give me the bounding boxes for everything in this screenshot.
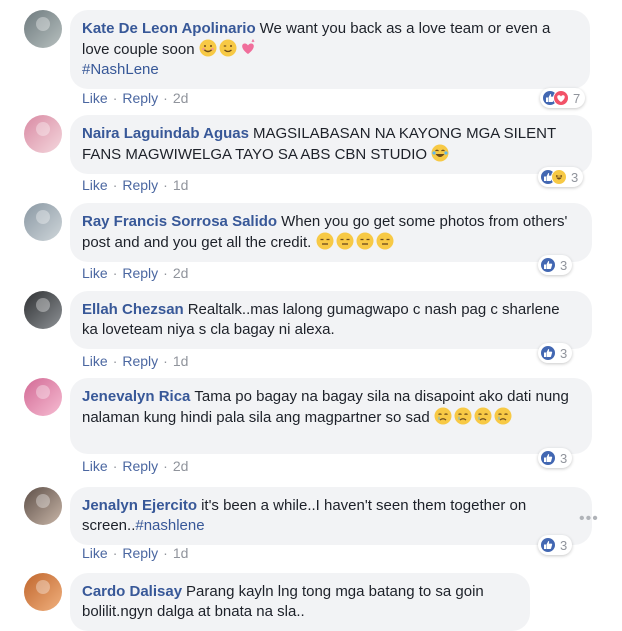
comment-actions: Like · Reply · 1d bbox=[82, 545, 188, 561]
reaction-count: 3 bbox=[571, 169, 579, 185]
avatar[interactable] bbox=[24, 291, 62, 329]
like-button[interactable]: Like bbox=[82, 265, 108, 281]
comment-timestamp[interactable]: 1d bbox=[173, 545, 189, 561]
comment-author-link[interactable]: Jenevalyn Rica bbox=[82, 388, 190, 405]
like-reaction-icon bbox=[540, 257, 556, 273]
comment-author-link[interactable]: Jenalyn Ejercito bbox=[82, 497, 197, 514]
crying-face-icon bbox=[494, 407, 512, 425]
reply-button[interactable]: Reply bbox=[122, 458, 158, 474]
like-button[interactable]: Like bbox=[82, 545, 108, 561]
reply-button[interactable]: Reply bbox=[122, 545, 158, 561]
like-button[interactable]: Like bbox=[82, 177, 108, 193]
reaction-count: 3 bbox=[560, 537, 568, 553]
separator-dot: · bbox=[163, 353, 168, 369]
love-reaction-icon bbox=[553, 90, 569, 106]
avatar[interactable] bbox=[24, 573, 62, 611]
separator-dot: · bbox=[112, 90, 118, 106]
more-options-icon[interactable]: ••• bbox=[579, 510, 599, 528]
expressionless-face-icon bbox=[316, 232, 334, 250]
like-reaction-icon bbox=[540, 345, 556, 361]
comment-item: Ray Francis Sorrosa Salido When you go ge… bbox=[24, 203, 599, 289]
expressionless-face-icon bbox=[336, 232, 354, 250]
comment-actions: Like · Reply · 1d bbox=[82, 353, 188, 369]
hashtag-link[interactable]: #NashLene bbox=[82, 61, 159, 78]
comment-bubble: Kate De Leon Apolinario We want you back … bbox=[70, 10, 590, 89]
comments-feed: Kate De Leon Apolinario We want you back … bbox=[0, 0, 622, 631]
comment-author-link[interactable]: Ellah Chezsan bbox=[82, 301, 184, 318]
avatar[interactable] bbox=[24, 115, 62, 153]
reactions-summary[interactable]: 3 bbox=[538, 255, 573, 275]
comment-author-link[interactable]: Cardo Dalisay bbox=[82, 583, 182, 600]
comment-timestamp[interactable]: 1d bbox=[173, 177, 189, 193]
separator-dot: · bbox=[112, 545, 118, 561]
reactions-summary[interactable]: 3 bbox=[538, 167, 584, 187]
growing-heart-icon bbox=[239, 39, 257, 57]
comment-timestamp[interactable]: 1d bbox=[173, 353, 189, 369]
reply-button[interactable]: Reply bbox=[122, 90, 158, 106]
like-reaction-icon bbox=[540, 537, 556, 553]
comment-bubble: Jenevalyn Rica Tama po bagay na bagay sil… bbox=[70, 378, 592, 454]
comment-actions: Like · Reply · 2d bbox=[82, 458, 188, 474]
separator-dot: · bbox=[163, 265, 168, 281]
comment-bubble: Ray Francis Sorrosa Salido When you go ge… bbox=[70, 203, 592, 262]
reactions-summary[interactable]: 3 bbox=[538, 535, 573, 555]
hashtag-link[interactable]: #nashlene bbox=[135, 517, 204, 534]
comment-bubble: Ellah Chezsan Realtalk..mas lalong gumagw… bbox=[70, 291, 592, 349]
comment-timestamp[interactable]: 2d bbox=[173, 265, 189, 281]
comment-item: Cardo Dalisay Parang kayln lng tong mga b… bbox=[24, 573, 599, 631]
like-button[interactable]: Like bbox=[82, 353, 108, 369]
crying-face-icon bbox=[434, 407, 452, 425]
reply-button[interactable]: Reply bbox=[122, 177, 158, 193]
comment-item: Jenevalyn Rica Tama po bagay na bagay sil… bbox=[24, 378, 599, 482]
comment-bubble: Naira Laguindab Aguas MAGSILABASAN NA KAY… bbox=[70, 115, 592, 174]
reaction-count: 3 bbox=[560, 450, 568, 466]
comment-item: Ellah Chezsan Realtalk..mas lalong gumagw… bbox=[24, 291, 599, 377]
reaction-count: 3 bbox=[560, 345, 568, 361]
separator-dot: · bbox=[112, 265, 118, 281]
reactions-summary[interactable]: 3 bbox=[538, 448, 573, 468]
comment-author-link[interactable]: Naira Laguindab Aguas bbox=[82, 125, 249, 142]
comment-bubble: Cardo Dalisay Parang kayln lng tong mga b… bbox=[70, 573, 530, 631]
like-reaction-icon bbox=[540, 450, 556, 466]
reactions-summary[interactable]: 3 bbox=[538, 343, 573, 363]
haha-reaction-icon bbox=[551, 169, 567, 185]
comment-item: Kate De Leon Apolinario We want you back … bbox=[24, 10, 599, 114]
avatar[interactable] bbox=[24, 203, 62, 241]
comment-author-link[interactable]: Ray Francis Sorrosa Salido bbox=[82, 213, 277, 230]
comment-item: Naira Laguindab Aguas MAGSILABASAN NA KAY… bbox=[24, 115, 599, 201]
comment-author-link[interactable]: Kate De Leon Apolinario bbox=[82, 20, 256, 37]
separator-dot: · bbox=[112, 353, 118, 369]
separator-dot: · bbox=[163, 90, 168, 106]
reply-button[interactable]: Reply bbox=[122, 265, 158, 281]
comment-actions: Like · Reply · 2d bbox=[82, 265, 188, 281]
avatar[interactable] bbox=[24, 10, 62, 48]
separator-dot: · bbox=[112, 458, 118, 474]
reaction-count: 3 bbox=[560, 257, 568, 273]
comment-bubble: Jenalyn Ejercito it's been a while..I hav… bbox=[70, 487, 592, 545]
comment-timestamp[interactable]: 2d bbox=[173, 458, 189, 474]
avatar[interactable] bbox=[24, 378, 62, 416]
comment-timestamp[interactable]: 2d bbox=[173, 90, 189, 106]
like-button[interactable]: Like bbox=[82, 458, 108, 474]
like-button[interactable]: Like bbox=[82, 90, 108, 106]
reply-button[interactable]: Reply bbox=[122, 353, 158, 369]
reactions-summary[interactable]: 7 bbox=[540, 88, 586, 108]
expressionless-face-icon bbox=[356, 232, 374, 250]
comment-actions: Like · Reply · 1d bbox=[82, 177, 188, 193]
winking-face-icon bbox=[219, 39, 237, 57]
crying-face-icon bbox=[474, 407, 492, 425]
separator-dot: · bbox=[163, 177, 168, 193]
smiling-face-icon bbox=[199, 39, 217, 57]
expressionless-face-icon bbox=[376, 232, 394, 250]
reaction-count: 7 bbox=[573, 90, 581, 106]
tears-of-joy-icon bbox=[431, 144, 449, 162]
crying-face-icon bbox=[454, 407, 472, 425]
avatar[interactable] bbox=[24, 487, 62, 525]
comment-item: Jenalyn Ejercito it's been a while..I hav… bbox=[24, 487, 599, 569]
separator-dot: · bbox=[112, 177, 118, 193]
comment-actions: Like · Reply · 2d bbox=[82, 90, 188, 106]
separator-dot: · bbox=[163, 545, 168, 561]
separator-dot: · bbox=[163, 458, 168, 474]
